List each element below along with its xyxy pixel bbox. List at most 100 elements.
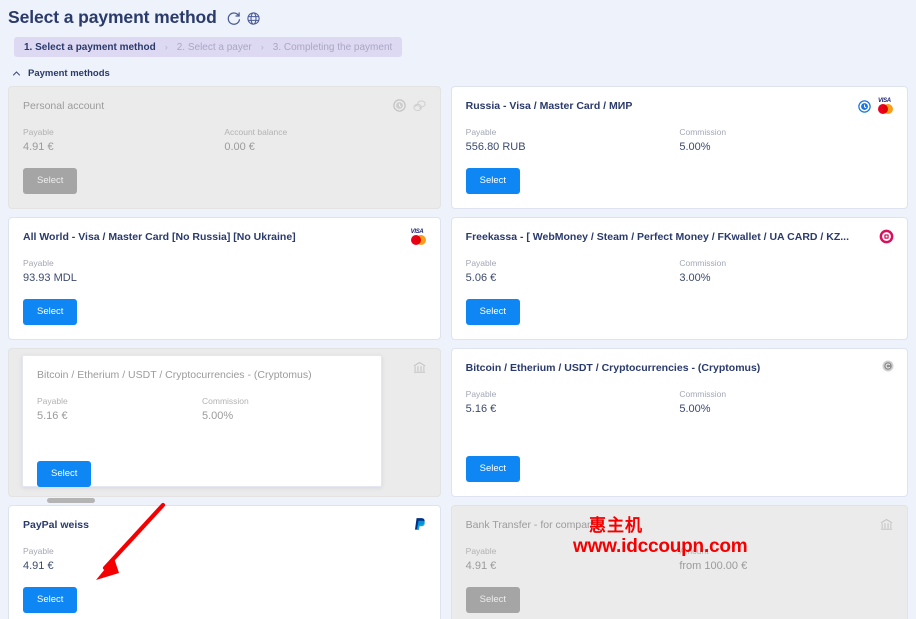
payment-card-cryptomus-left[interactable]: Bitcoin / Etherium / USDT / Cryptocurren… — [8, 348, 441, 503]
section-title: Payment methods — [28, 68, 110, 79]
field-value: 4.91 € — [23, 141, 54, 153]
horizontal-scrollbar-thumb[interactable] — [47, 498, 95, 503]
field-label: Payable — [37, 396, 68, 406]
field-value: 3.00% — [679, 272, 711, 284]
breadcrumb: 1. Select a payment method › 2. Select a… — [14, 37, 403, 57]
payment-card-russia-visa-mastercard-mir[interactable]: Russia - Visa / Master Card / МИР VISA P… — [450, 86, 908, 209]
card-fields: Payable 5.16 € Commission 5.00% — [37, 395, 367, 423]
field-value: 5.16 € — [465, 403, 497, 415]
freekassa-icon — [879, 229, 894, 244]
field-label: Payable — [23, 258, 54, 268]
field-label: Commission — [202, 396, 249, 406]
field-payable: Payable 5.16 € — [37, 395, 202, 423]
field-label: Payable — [465, 389, 497, 399]
step-1[interactable]: 1. Select a payment method — [24, 42, 156, 53]
visa-mastercard-icon: VISA — [877, 98, 894, 114]
bank-grey-icon — [879, 517, 894, 532]
card-title: Freekassa - [ WebMoney / Steam / Perfect… — [465, 231, 849, 243]
field-empty — [224, 257, 425, 285]
select-button[interactable]: Select — [23, 587, 78, 613]
step-3: 3. Completing the payment — [272, 41, 393, 53]
field-value: 5.00% — [202, 410, 234, 422]
field-label: Payable — [23, 127, 54, 137]
field-value: 93.93 MDL — [23, 272, 77, 284]
field-payable: Payable 5.16 € — [466, 388, 680, 416]
payment-card-freekassa[interactable]: Freekassa - [ WebMoney / Steam / Perfect… — [450, 217, 908, 340]
card-icon-group — [879, 229, 894, 244]
field-payable: Payable 556.80 RUB — [466, 126, 680, 154]
field-label: Commission — [679, 127, 727, 137]
select-button[interactable]: Select — [465, 587, 521, 613]
card-title: All World - Visa / Master Card [No Russi… — [23, 231, 296, 243]
globe-icon[interactable] — [246, 11, 261, 26]
field-label: Payable — [23, 546, 54, 556]
field-label: Account balance — [224, 127, 288, 137]
card-icon-group — [413, 517, 427, 533]
card-title: Personal account — [23, 100, 105, 112]
card-fields: Payable 4.91 € Account balance 0.00 € — [23, 126, 426, 154]
section-header-payment-methods[interactable]: Payment methods — [12, 68, 916, 79]
payment-card-all-world-visa-mastercard[interactable]: All World - Visa / Master Card [No Russi… — [8, 217, 441, 340]
payment-method-page: Select a payment method 1. Select a paym… — [0, 0, 916, 619]
select-button[interactable]: Select — [23, 299, 78, 325]
step-separator: › — [260, 42, 264, 52]
select-button[interactable]: Select — [465, 299, 521, 325]
field-commission: Commission 5.00% — [202, 395, 367, 423]
field-value: 4.91 € — [465, 560, 497, 572]
field-amount: Amount from 100.00 € — [679, 545, 893, 573]
paypal-icon — [413, 517, 427, 533]
step-2: 2. Select a payer — [176, 41, 252, 53]
field-label: Payable — [465, 258, 497, 268]
field-label: Commission — [679, 258, 727, 268]
refresh-icon[interactable] — [226, 11, 241, 26]
field-label: Amount — [679, 546, 709, 556]
field-payable: Payable 4.91 € — [23, 545, 224, 573]
field-payable: Payable 4.91 € — [23, 126, 224, 154]
card-fields: Payable 4.91 € — [23, 545, 426, 573]
payment-card-paypal-weiss[interactable]: PayPal weiss Payable 4.91 € Select — [8, 505, 441, 619]
card-title: Bitcoin / Etherium / USDT / Cryptocurren… — [37, 369, 312, 381]
select-button[interactable]: Select — [465, 168, 521, 194]
bank-grey-icon — [412, 360, 427, 375]
field-label: Commission — [679, 389, 727, 399]
field-value: 5.00% — [679, 141, 711, 153]
cryptomus-grey-icon — [882, 360, 894, 372]
card-title: PayPal weiss — [23, 519, 89, 531]
payment-card-cryptomus-right[interactable]: Bitcoin / Etherium / USDT / Cryptocurren… — [450, 348, 908, 497]
card-icon-group — [392, 98, 427, 113]
page-header: Select a payment method — [0, 0, 916, 28]
select-button[interactable]: Select — [37, 461, 92, 487]
card-icon-group — [412, 360, 427, 375]
field-label: Payable — [465, 546, 497, 556]
payment-card-bank-transfer-company[interactable]: Bank Transfer - for company. Payable 4.9… — [450, 505, 908, 619]
step-separator: › — [164, 42, 168, 52]
field-payable: Payable 5.06 € — [466, 257, 680, 285]
field-value: 0.00 € — [224, 141, 255, 153]
field-value: 4.91 € — [23, 560, 54, 572]
card-icon-group: VISA — [410, 229, 427, 245]
visa-mastercard-icon: VISA — [410, 229, 427, 245]
card-icon-group — [879, 517, 894, 532]
select-button[interactable]: Select — [465, 456, 521, 482]
field-value: 5.06 € — [465, 272, 497, 284]
card-title: Bank Transfer - for company. — [465, 519, 601, 531]
page-title: Select a payment method — [8, 7, 217, 27]
select-button[interactable]: Select — [23, 168, 78, 194]
card-fields: Payable 5.06 € Commission 3.00% — [466, 257, 893, 285]
field-value: 556.80 RUB — [465, 141, 526, 153]
card-fields: Payable 4.91 € Amount from 100.00 € — [466, 545, 893, 573]
card-fields: Payable 5.16 € Commission 5.00% — [466, 388, 893, 416]
field-commission: Commission 5.00% — [679, 388, 893, 416]
payment-card-personal-account[interactable]: Personal account Payable 4.91 € Account … — [8, 86, 441, 209]
card-icon-group — [882, 360, 894, 372]
coins-grey-icon — [412, 98, 427, 113]
card-fields: Payable 556.80 RUB Commission 5.00% — [466, 126, 893, 154]
chevron-up-icon[interactable] — [12, 69, 21, 78]
payment-card-cryptomus-hover-overlay[interactable]: Bitcoin / Etherium / USDT / Cryptocurren… — [22, 355, 382, 487]
field-value: 5.16 € — [37, 410, 68, 422]
field-payable: Payable 93.93 MDL — [23, 257, 224, 285]
clock-blue-icon — [857, 99, 872, 114]
card-fields: Payable 93.93 MDL — [23, 257, 426, 285]
card-icon-group: VISA — [857, 98, 894, 114]
card-title: Russia - Visa / Master Card / МИР — [465, 100, 633, 112]
